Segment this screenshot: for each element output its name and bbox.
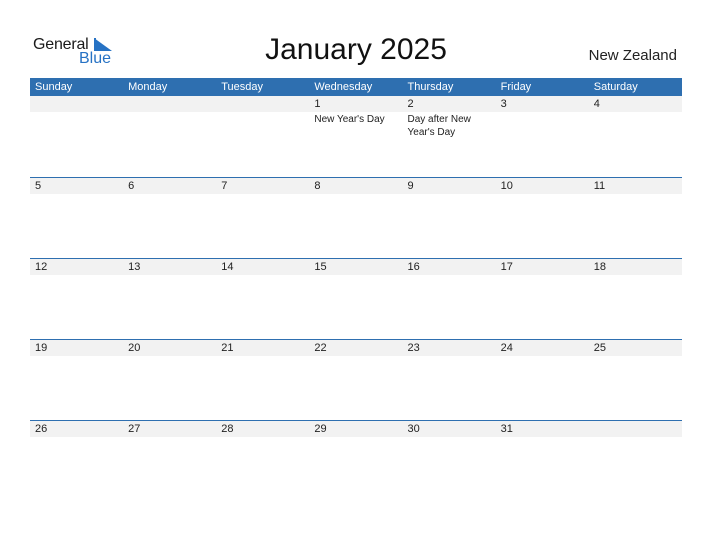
day-number [30,96,123,112]
day-number: 26 [35,423,48,435]
holiday-label [123,194,216,195]
day-number: 11 [593,180,606,192]
day-number: 12 [35,261,48,273]
holiday-label [496,194,589,195]
holiday-label [496,275,589,276]
day-number: 29 [314,423,327,435]
day-number: 18 [593,261,606,273]
day-number: 24 [500,342,513,354]
day-number-strip: 12 13 14 15 16 17 18 [30,259,682,275]
holiday-label [589,112,682,139]
holiday-label [216,356,309,357]
holiday-label [496,356,589,357]
week-row: 1 2 3 4 New Year's Day Day after New Year's D… [30,96,682,177]
event-strip: New Year's Day Day after New Year's Day [30,112,682,139]
week-row: 12 13 14 15 16 17 18 [30,258,682,339]
country-label: New Zealand [588,47,677,64]
holiday-label [216,112,309,139]
holiday-label [589,275,682,276]
day-number-strip: 26 27 28 29 30 31 [30,421,682,437]
holiday-label [30,275,123,276]
week-row: 26 27 28 29 30 31 [30,420,682,501]
holiday-label [403,275,496,276]
calendar-grid: Sunday Monday Tuesday Wednesday Thursday… [30,78,682,501]
holiday-label [496,112,589,139]
day-number: 27 [128,423,141,435]
day-number [216,96,309,112]
event-strip [30,437,682,438]
day-number: 25 [593,342,606,354]
holiday-label [309,356,402,357]
holiday-label [589,356,682,357]
week-row: 5 6 7 8 9 10 11 [30,177,682,258]
day-number: 13 [128,261,141,273]
day-number: 20 [128,342,141,354]
day-number: 23 [407,342,420,354]
day-number: 2 [407,98,414,110]
day-number: 21 [221,342,234,354]
day-number [589,421,682,437]
weekday-saturday: Saturday [593,81,638,93]
holiday-label [403,356,496,357]
holiday-label [123,437,216,438]
day-number: 16 [407,261,420,273]
weekday-tuesday: Tuesday [221,81,264,93]
holiday-label [589,194,682,195]
holiday-label [309,275,402,276]
day-number: 22 [314,342,327,354]
holiday-label: Day after New Year's Day [407,114,471,138]
holiday-label [403,437,496,438]
week-row: 19 20 21 22 23 24 25 [30,339,682,420]
event-strip [30,356,682,357]
event-strip [30,275,682,276]
day-number: 30 [407,423,420,435]
holiday-label [30,112,123,139]
day-number: 28 [221,423,234,435]
day-number: 7 [221,180,228,192]
day-number: 1 [314,98,321,110]
weekday-monday: Monday [128,81,168,93]
holiday-label: New Year's Day [314,114,385,125]
day-number: 5 [35,180,42,192]
day-number: 9 [407,180,414,192]
day-number: 3 [500,98,507,110]
holiday-label [589,437,682,438]
day-number: 14 [221,261,234,273]
day-number: 19 [35,342,48,354]
day-number: 15 [314,261,327,273]
holiday-label [30,356,123,357]
day-number: 31 [500,423,513,435]
holiday-label [123,275,216,276]
holiday-label [123,356,216,357]
day-number-strip: 19 20 21 22 23 24 25 [30,340,682,356]
weekday-header: Sunday Monday Tuesday Wednesday Thursday… [30,78,682,96]
holiday-label [309,194,402,195]
holiday-label [123,112,216,139]
weekday-wednesday: Wednesday [314,81,373,93]
holiday-label [30,437,123,438]
weekday-thursday: Thursday [407,81,454,93]
weeks-container: 1 2 3 4 New Year's Day Day after New Year's D… [30,96,682,501]
holiday-label [309,437,402,438]
day-number: 17 [500,261,513,273]
day-number: 10 [500,180,513,192]
holiday-label [30,194,123,195]
day-number-strip: 5 6 7 8 9 10 11 [30,178,682,194]
holiday-label [216,194,309,195]
weekday-sunday: Sunday [35,81,73,93]
day-number: 6 [128,180,135,192]
event-strip [30,194,682,195]
day-number: 4 [593,98,600,110]
holiday-label [496,437,589,438]
day-number: 8 [314,180,321,192]
holiday-label [216,437,309,438]
holiday-label [216,275,309,276]
weekday-friday: Friday [500,81,532,93]
day-number [123,96,216,112]
day-number-strip: 1 2 3 4 [30,96,682,112]
holiday-label [403,194,496,195]
